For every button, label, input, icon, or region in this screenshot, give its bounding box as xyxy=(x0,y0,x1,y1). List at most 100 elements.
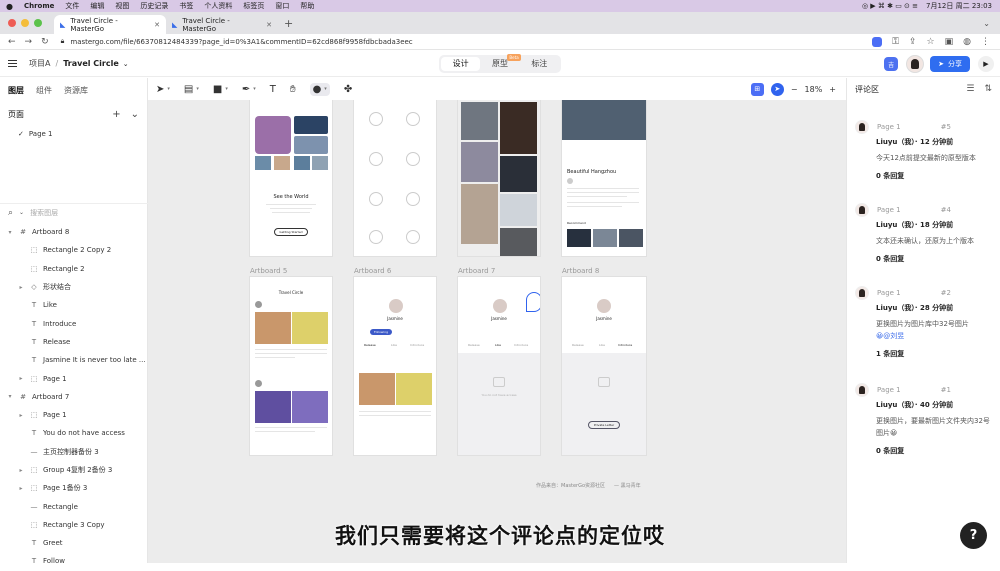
tab-prototype[interactable]: 原型 Beta xyxy=(480,54,521,71)
zoom-out-button[interactable]: − xyxy=(791,85,798,94)
comment-replies[interactable]: 0 条回复 xyxy=(876,254,1000,264)
artboard-label[interactable]: Artboard 5 xyxy=(250,267,287,275)
sidebar-toggle-icon[interactable]: ▣ xyxy=(945,37,954,47)
help-button[interactable]: ? xyxy=(960,522,987,549)
expand-chevron-icon[interactable]: ▸ xyxy=(17,485,25,492)
layer-row[interactable]: T Jasmine It is never too late ... xyxy=(0,351,148,369)
layer-row[interactable]: ▸ ◇ 形状结合 xyxy=(0,278,148,296)
menu-profile[interactable]: 个人资料 xyxy=(204,1,232,11)
expand-chevron-icon[interactable]: ▾ xyxy=(6,229,14,236)
following-button[interactable]: Following xyxy=(370,329,392,335)
reload-icon[interactable]: ↻ xyxy=(41,37,49,47)
layer-row[interactable]: ⬚ Rectangle 2 xyxy=(0,260,148,278)
close-tab-icon[interactable]: ✕ xyxy=(154,21,160,29)
artboard-label[interactable]: Artboard 6 xyxy=(354,267,391,275)
comment-item[interactable]: Page 1 #4 Liuyu（我）· 18 分钟前 文本还未确认，还原为上个版本 0 … xyxy=(847,203,1000,264)
artboard-2[interactable] xyxy=(354,100,436,256)
apple-icon[interactable]: ● xyxy=(6,2,13,11)
comment-pin-avatar[interactable] xyxy=(526,292,540,312)
filter-icon[interactable]: ⇅ xyxy=(984,84,992,94)
layer-row[interactable]: ▾ # Artboard 8 xyxy=(0,223,148,241)
hand-tool[interactable]: ✋︎ xyxy=(290,84,296,95)
browser-tab-2[interactable]: ◣ Travel Circle - MasterGo ✕ xyxy=(166,15,278,34)
layer-row[interactable]: ▸ ⬚ Page 1 xyxy=(0,406,148,424)
tab-like[interactable]: Like xyxy=(599,343,605,347)
status-icons[interactable]: ◎ ▶ ⌘ ✱ ▭ ⊙ ≡ xyxy=(862,2,918,10)
layer-row[interactable]: ▸ ⬚ Page 1备份 3 xyxy=(0,479,148,497)
expand-chevron-icon[interactable]: ▸ xyxy=(17,467,25,474)
comment-item[interactable]: Page 1 #1 Liuyu（我）· 40 分钟前 更换图片，要最新图片文件夹内32… xyxy=(847,383,1000,456)
layer-search-dropdown-icon[interactable]: ⌄ xyxy=(19,209,24,216)
share-button[interactable]: ➤ 分享 xyxy=(930,56,970,72)
comment-tool[interactable]: ● ▾ xyxy=(309,82,330,96)
artboard-4[interactable]: Beautiful Hangzhou Recommend xyxy=(562,100,646,256)
artboard-label[interactable]: Artboard 8 xyxy=(562,267,599,275)
list-view-icon[interactable]: ☰ xyxy=(966,84,974,94)
grid-view-icon[interactable]: ⊞ xyxy=(750,82,764,96)
menu-app-name[interactable]: Chrome xyxy=(24,2,54,10)
close-window-button[interactable] xyxy=(8,19,16,27)
more-icon[interactable]: ⋮ xyxy=(981,37,990,47)
artboard-label[interactable]: Artboard 7 xyxy=(458,267,495,275)
getting-started-button[interactable]: Getting Started xyxy=(274,228,308,236)
zoom-level[interactable]: 18% xyxy=(805,85,823,94)
artboard-6[interactable]: Jasmine Following Release Like Introduce xyxy=(354,277,436,455)
artboard-5[interactable]: Travel Circle xyxy=(250,277,332,455)
text-tool[interactable]: T xyxy=(270,84,276,95)
layer-row[interactable]: ⬚ Rectangle 2 Copy 2 xyxy=(0,241,148,259)
artboard-8[interactable]: Jasmine Release Like Introduce Private L… xyxy=(562,277,646,455)
plugin-tool[interactable]: ✤ xyxy=(344,84,352,95)
comment-mention[interactable]: 😀@刘昱 xyxy=(876,330,994,342)
tab-design[interactable]: 设计 xyxy=(441,57,481,71)
zoom-window-button[interactable] xyxy=(34,19,42,27)
tab-like[interactable]: Like xyxy=(391,343,397,347)
file-title[interactable]: Travel Circle xyxy=(63,59,119,68)
comment-replies[interactable]: 1 条回复 xyxy=(876,349,1000,359)
tab-introduce[interactable]: Introduce xyxy=(514,343,528,347)
layer-row[interactable]: T Introduce xyxy=(0,314,148,332)
extension-icon[interactable] xyxy=(872,36,883,47)
layer-row[interactable]: ▸ ⬚ Group 4复制 2备份 3 xyxy=(0,461,148,479)
tab-release[interactable]: Release xyxy=(572,343,584,347)
layer-row[interactable]: ▾ # Artboard 7 xyxy=(0,388,148,406)
comment-replies[interactable]: 0 条回复 xyxy=(876,446,1000,456)
menu-window[interactable]: 窗口 xyxy=(275,1,289,11)
tab-layers[interactable]: 图层 xyxy=(8,85,24,96)
key-icon[interactable]: ⚿ xyxy=(892,37,899,47)
menu-view[interactable]: 视图 xyxy=(115,1,129,11)
menu-help[interactable]: 帮助 xyxy=(300,1,314,11)
frame-tool[interactable]: ▤ ▾ xyxy=(184,84,199,95)
profile-icon[interactable]: ◍ xyxy=(963,37,971,47)
tab-assets[interactable]: 资源库 xyxy=(64,85,88,96)
collapse-pages-icon[interactable]: ⌄ xyxy=(131,109,139,120)
layer-row[interactable]: T Follow xyxy=(0,552,148,570)
zoom-in-button[interactable]: + xyxy=(829,85,836,94)
tab-release[interactable]: Release xyxy=(468,343,480,347)
menu-edit[interactable]: 编辑 xyxy=(90,1,104,11)
close-tab-icon[interactable]: ✕ xyxy=(266,21,272,29)
move-tool[interactable]: ➤ ▾ xyxy=(156,84,170,95)
artboard-7[interactable]: Jasmine Release Like Introduce You do no… xyxy=(458,277,540,455)
menu-file[interactable]: 文件 xyxy=(65,1,79,11)
artboard-3[interactable] xyxy=(458,100,540,256)
tab-release[interactable]: Release xyxy=(364,343,376,347)
tab-list-chevron-icon[interactable]: ⌄ xyxy=(983,19,990,28)
layer-row[interactable]: T You do not have access xyxy=(0,424,148,442)
private-letter-button[interactable]: Private Letter xyxy=(588,421,620,429)
pen-tool[interactable]: ✒ ▾ xyxy=(242,84,256,95)
expand-chevron-icon[interactable]: ▸ xyxy=(17,284,25,291)
breadcrumb-project[interactable]: 项目A xyxy=(29,58,50,69)
expand-chevron-icon[interactable]: ▸ xyxy=(17,412,25,419)
expand-chevron-icon[interactable]: ▾ xyxy=(6,393,14,400)
layer-search[interactable]: ⌕ ⌄ 搜索图层 xyxy=(0,203,148,221)
avatar[interactable] xyxy=(906,55,925,73)
bookmark-star-icon[interactable]: ☆ xyxy=(927,37,935,47)
tab-components[interactable]: 组件 xyxy=(36,85,52,96)
menu-bookmarks[interactable]: 书签 xyxy=(179,1,193,11)
comment-item[interactable]: Page 1 #2 Liuyu（我）· 28 分钟前 更换图片为图片库中32号图片 😀@… xyxy=(847,286,1000,359)
minimize-window-button[interactable] xyxy=(21,19,29,27)
collaborator-badge[interactable]: 吉 xyxy=(884,57,899,71)
hamburger-menu-icon[interactable] xyxy=(8,60,17,67)
design-canvas[interactable]: See the World Getting Started Beautiful … xyxy=(148,100,846,563)
layer-row[interactable]: — Rectangle xyxy=(0,497,148,515)
